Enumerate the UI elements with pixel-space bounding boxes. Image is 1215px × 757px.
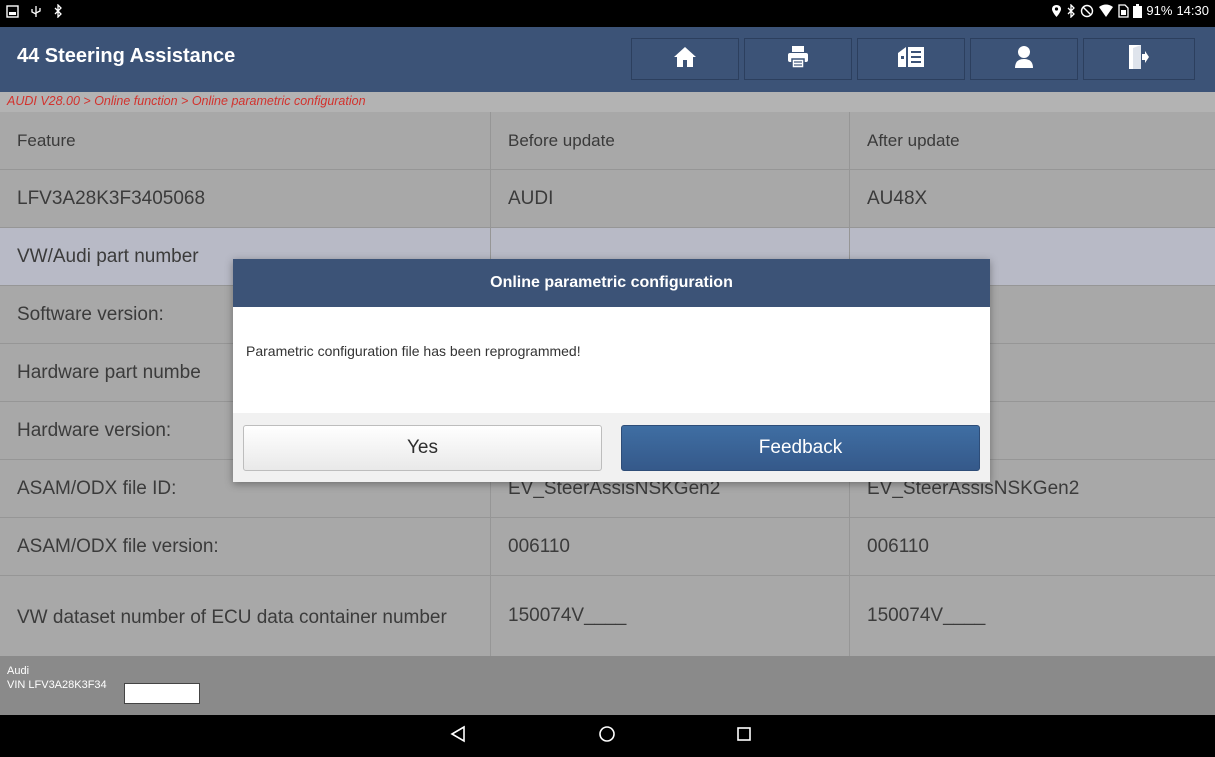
dialog-overlay: Online parametric configuration Parametr… [0,0,1215,757]
dialog-actions: Yes Feedback [233,413,990,482]
feedback-button[interactable]: Feedback [621,425,980,471]
dialog-title: Online parametric configuration [233,259,990,307]
dialog-message: Parametric configuration file has been r… [246,343,581,359]
online-config-dialog: Online parametric configuration Parametr… [233,259,990,482]
yes-button[interactable]: Yes [243,425,602,471]
dialog-body: Parametric configuration file has been r… [233,307,990,413]
